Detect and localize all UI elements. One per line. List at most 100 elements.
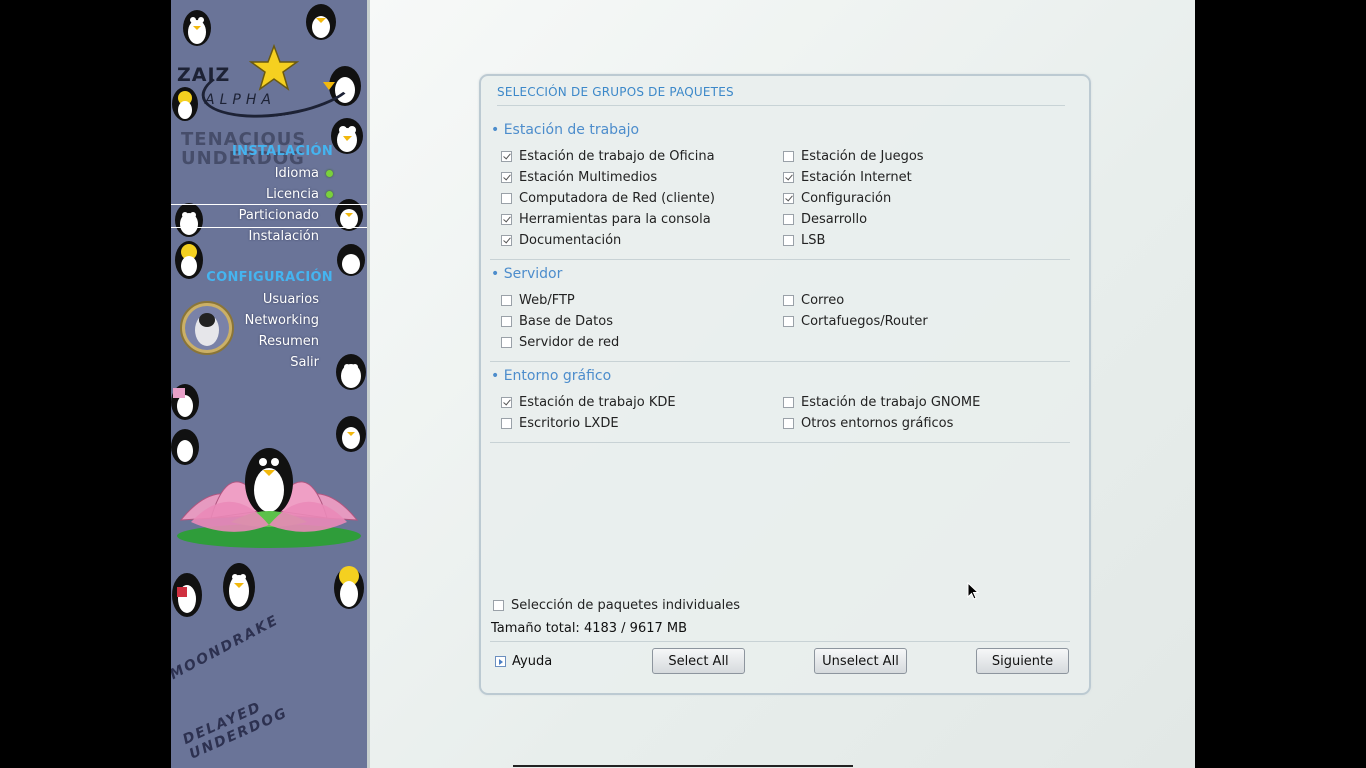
checkbox-game-station[interactable]: Estación de Juegos [783,149,924,164]
panel-title: SELECCIÓN DE GRUPOS DE PAQUETES [497,85,1065,106]
checkbox-box[interactable] [501,172,512,183]
checkbox-network-server[interactable]: Servidor de red [501,335,619,350]
group-title-workstation: • Estación de trabajo [491,122,640,138]
group-title-graphical: • Entorno gráfico [491,368,612,384]
checkbox-label: Desarrollo [801,212,868,227]
bottom-bar [513,765,853,767]
checkbox-network-computer[interactable]: Computadora de Red (cliente) [501,191,715,206]
checkbox-firewall-router[interactable]: Cortafuegos/Router [783,314,928,329]
checkbox-label: Estación de trabajo KDE [519,395,676,410]
checkbox-label: Estación Multimedios [519,170,658,185]
select-all-button[interactable]: Select All [652,648,745,674]
checkbox-box[interactable] [493,600,504,611]
checkbox-internet-station[interactable]: Estación Internet [783,170,912,185]
checkbox-box[interactable] [501,397,512,408]
group-title-server: • Servidor [491,266,563,282]
checkbox-box[interactable] [501,193,512,204]
checkbox-label: Base de Datos [519,314,613,329]
sidebar: ZAIZ ALPHA TENACIOUS UNDERDOG INSTALACIÓ… [171,0,367,768]
checkbox-label: Estación de trabajo de Oficina [519,149,715,164]
checkbox-box[interactable] [783,193,794,204]
checkbox-label: Estación de Juegos [801,149,924,164]
penguin-decoration-icon [334,566,364,609]
help-label: Ayuda [512,654,553,669]
group-separator [490,361,1070,362]
expand-arrow-icon[interactable] [495,656,506,667]
package-group-panel: SELECCIÓN DE GRUPOS DE PAQUETES • Estaci… [479,74,1091,695]
checkbox-label: Configuración [801,191,892,206]
penguin-decoration-icon [172,87,198,121]
penguin-decoration-icon [175,241,203,279]
nav-item-particionado: Particionado [238,208,319,223]
checkbox-box[interactable] [783,235,794,246]
checkbox-box[interactable] [783,214,794,225]
nav-item-licencia: Licencia [266,187,319,202]
checkbox-label: Computadora de Red (cliente) [519,191,715,206]
done-indicator-icon [326,170,333,177]
next-button[interactable]: Siguiente [976,648,1069,674]
checkbox-label: Escritorio LXDE [519,416,619,431]
checkbox-box[interactable] [501,235,512,246]
checkbox-box[interactable] [501,337,512,348]
mouse-cursor-icon [967,582,980,600]
checkbox-office-workstation[interactable]: Estación de trabajo de Oficina [501,149,715,164]
penguin-decoration-icon [172,573,202,617]
section-configuration: CONFIGURACIÓN [206,270,333,285]
checkbox-mail[interactable]: Correo [783,293,844,308]
checkbox-individual-packages[interactable]: Selección de paquetes individuales [493,598,740,613]
checkbox-box[interactable] [501,316,512,327]
nav-item-usuarios: Usuarios [262,292,319,307]
checkbox-lsb[interactable]: LSB [783,233,825,248]
checkbox-box[interactable] [501,418,512,429]
penguin-decoration-icon [223,563,255,611]
checkbox-other-environments[interactable]: Otros entornos gráficos [783,416,953,431]
checkbox-box[interactable] [783,397,794,408]
footer-text-1: MOONDRAKE [171,612,282,684]
penguin-decoration-icon [337,244,365,276]
checkbox-gnome-workstation[interactable]: Estación de trabajo GNOME [783,395,980,410]
penguin-decoration-icon [183,10,211,46]
footer-text-2: DELAYED UNDERDOG [180,698,291,763]
checkbox-box[interactable] [501,214,512,225]
checkbox-box[interactable] [783,172,794,183]
checkbox-label: Cortafuegos/Router [801,314,928,329]
group-separator [490,259,1070,260]
checkbox-box[interactable] [783,295,794,306]
checkbox-label: Servidor de red [519,335,620,350]
checkbox-configuration[interactable]: Configuración [783,191,891,206]
logo-text: ZAIZ [177,64,231,86]
checkbox-web-ftp[interactable]: Web/FTP [501,293,575,308]
checkbox-box[interactable] [783,418,794,429]
lotus-flower-decoration-icon [177,448,361,548]
main-divider [367,0,370,768]
checkbox-label: Estación Internet [801,170,912,185]
nav-item-instalacion: Instalación [248,229,319,244]
checkbox-development[interactable]: Desarrollo [783,212,867,227]
checkbox-box[interactable] [501,295,512,306]
footer-separator [490,641,1070,642]
help-link[interactable]: Ayuda [495,654,552,669]
nav-item-resumen: Resumen [258,334,319,349]
penguin-decoration-icon [306,4,336,40]
checkbox-label: Estación de trabajo GNOME [801,395,981,410]
checkbox-documentation[interactable]: Documentación [501,233,621,248]
total-size-text: Tamaño total: 4183 / 9617 MB [491,621,688,636]
checkbox-multimedia-station[interactable]: Estación Multimedios [501,170,657,185]
checkbox-box[interactable] [783,316,794,327]
section-installation: INSTALACIÓN [232,144,333,159]
checkbox-box[interactable] [783,151,794,162]
checkbox-label: LSB [801,233,826,248]
checkbox-label: Selección de paquetes individuales [511,598,741,613]
penguin-decoration-icon [336,354,366,390]
checkbox-lxde-desktop[interactable]: Escritorio LXDE [501,416,619,431]
checkbox-console-tools[interactable]: Herramientas para la consola [501,212,711,227]
checkbox-database[interactable]: Base de Datos [501,314,613,329]
nav-item-networking: Networking [244,313,319,328]
done-indicator-icon [326,191,333,198]
checkbox-kde-workstation[interactable]: Estación de trabajo KDE [501,395,676,410]
star-icon [249,44,299,91]
egg-emblem-icon [180,301,234,355]
checkbox-box[interactable] [501,151,512,162]
checkbox-label: Documentación [519,233,622,248]
unselect-all-button[interactable]: Unselect All [814,648,907,674]
